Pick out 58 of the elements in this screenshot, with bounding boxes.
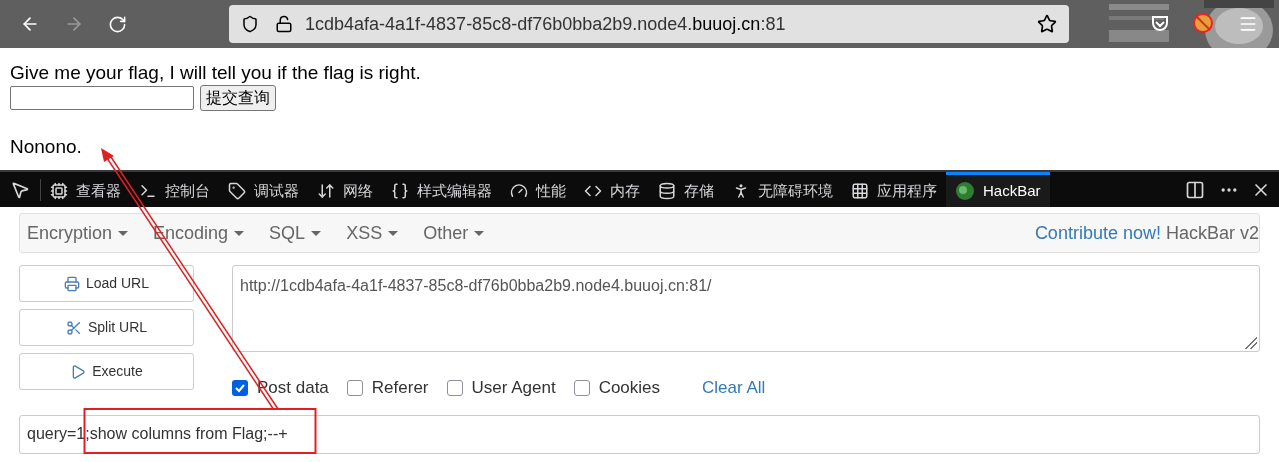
button-icon [70, 363, 87, 380]
shield-icon[interactable] [241, 15, 259, 33]
clear-all-link[interactable]: Clear All [702, 375, 766, 401]
pocket-icon[interactable] [1150, 13, 1170, 33]
dock-icon[interactable] [1185, 179, 1205, 200]
url-textarea[interactable]: http://1cdb4afa-4a1f-4837-85c8-df76b0bba2b9.node4.buuoj.cn:81/ [232, 265, 1260, 352]
version-text: HackBar v2 [1165, 221, 1259, 245]
tab-icon [317, 182, 335, 200]
checkbox-label: User Agent [471, 377, 556, 399]
button-icon [65, 319, 82, 336]
caret-icon [118, 230, 129, 236]
insecure-lock-icon[interactable] [275, 15, 293, 33]
devtools-tab[interactable]: 网络 [308, 172, 382, 207]
devtools-tab[interactable]: 查看器 [41, 172, 130, 207]
caret-icon [234, 230, 245, 236]
dropdown-menu[interactable]: Other [416, 219, 492, 247]
tab-icon [50, 182, 68, 200]
devtools-tab[interactable]: 性能 [501, 172, 575, 207]
prompt-text: Give me your flag, I will tell you if the flag is right. [10, 62, 421, 84]
devtools-tab[interactable]: 调试器 [219, 172, 308, 207]
devtools-tab[interactable]: 无障碍环境 [723, 172, 842, 207]
tab-icon [228, 182, 246, 200]
button-icon [63, 275, 80, 292]
tab-icon [391, 182, 409, 200]
devtools-tab[interactable]: 存储 [649, 172, 723, 207]
dropdown-menu[interactable]: SQL [262, 219, 329, 247]
checkbox[interactable] [232, 379, 248, 396]
devtools-tab[interactable]: 内存 [575, 172, 649, 207]
devtools-tab[interactable]: 应用程序 [842, 172, 946, 207]
tab-icon [851, 182, 869, 200]
hackbar-button[interactable]: Load URL [19, 265, 194, 302]
tab-icon [658, 182, 676, 200]
hackbar-button[interactable]: Split URL [19, 309, 194, 346]
caret-icon [311, 230, 322, 236]
dropdown-menu[interactable]: Encryption [20, 219, 136, 247]
flag-input-field[interactable] [10, 86, 194, 110]
checkbox[interactable] [346, 379, 363, 396]
hackbar-button[interactable]: Execute [19, 353, 194, 390]
tab-icon [510, 182, 528, 200]
tab-icon [139, 182, 157, 200]
reload-icon[interactable] [108, 14, 127, 34]
submit-button[interactable]: 提交查询 [200, 85, 276, 111]
url-text: 1cdb4afa-4a1f-4837-85c8-df76b0bba2b9.node4.buuoj.cn:81 [305, 12, 786, 36]
devtools-tab[interactable]: HackBar [946, 172, 1050, 207]
checkbox[interactable] [573, 379, 590, 396]
devtools-tab[interactable]: 样式编辑器 [382, 172, 501, 207]
dropdown-menu[interactable]: XSS [339, 219, 406, 247]
bookmark-star-icon[interactable] [1037, 14, 1057, 34]
devtools-tab[interactable]: 控制台 [130, 172, 219, 207]
caret-icon [388, 230, 399, 236]
checkbox-label: Referer [371, 377, 429, 399]
globe-logo-icon [955, 181, 975, 201]
result-text: Nonono. [10, 135, 82, 159]
contribute-link[interactable]: Contribute now! [1034, 219, 1161, 247]
checkbox[interactable] [446, 379, 463, 396]
caret-icon [474, 230, 485, 236]
checkbox-label: Cookies [598, 377, 661, 399]
address-bar[interactable]: 1cdb4afa-4a1f-4837-85c8-df76b0bba2b9.node4.buuoj.cn:81 [229, 5, 1069, 43]
